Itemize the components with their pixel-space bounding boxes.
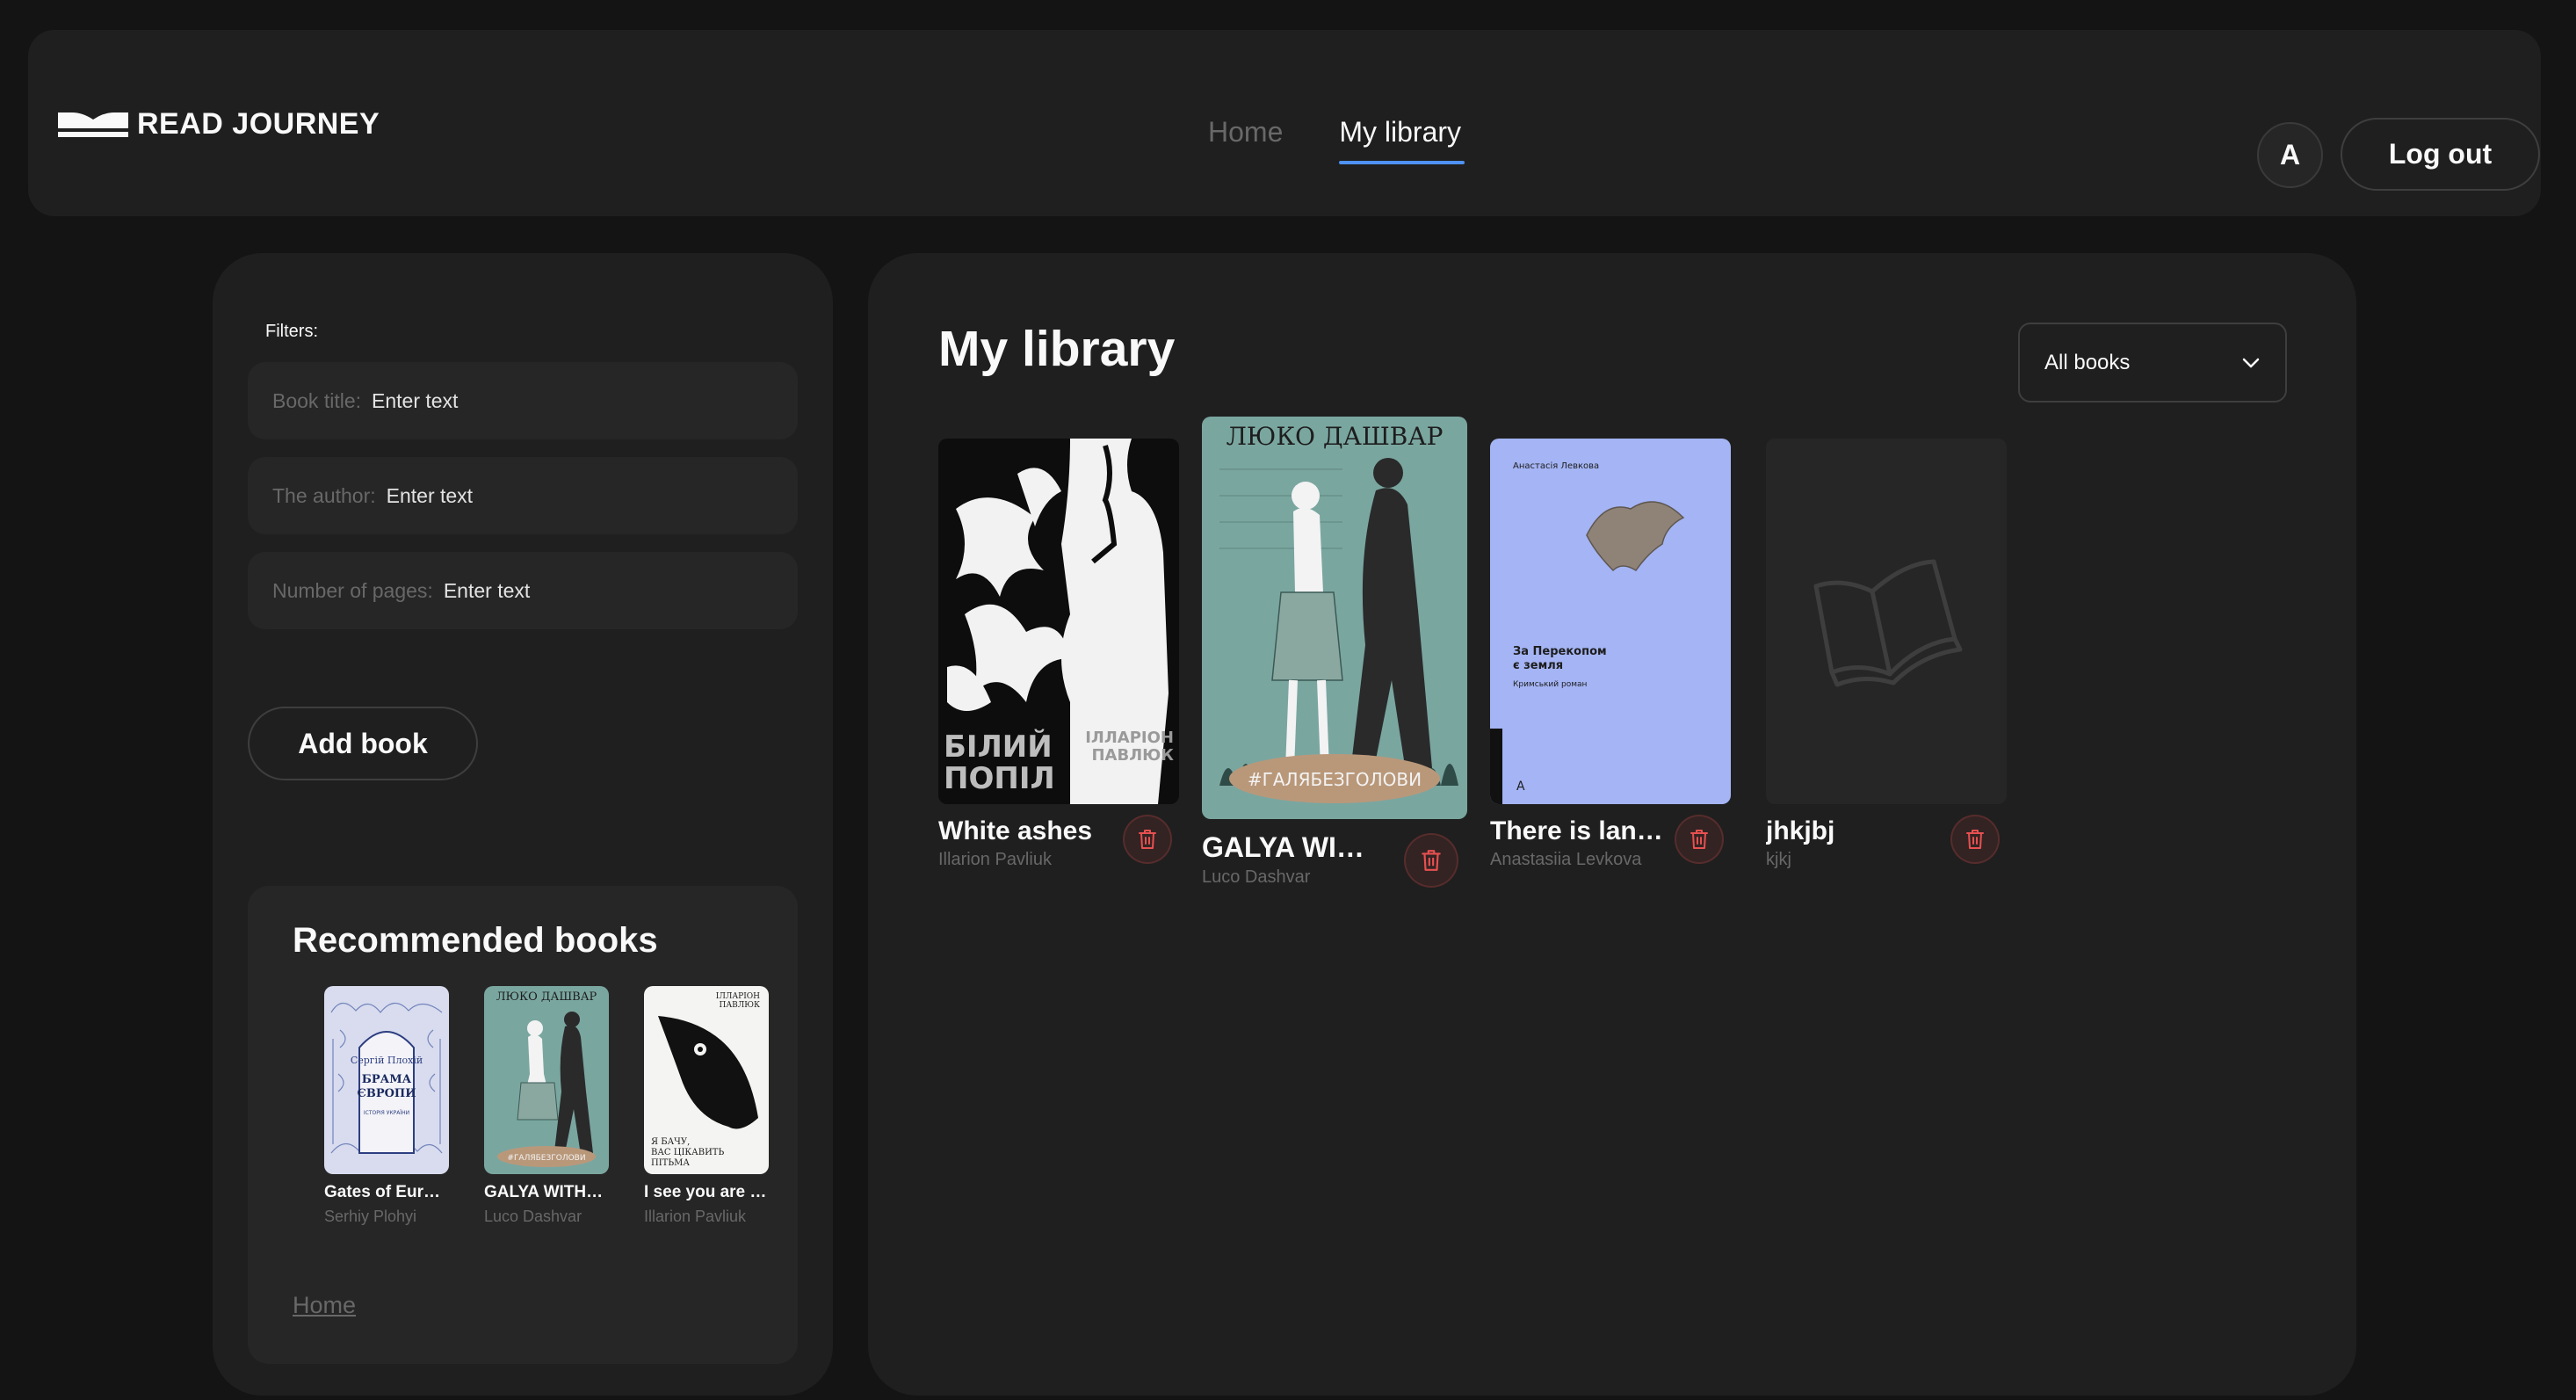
svg-text:ПІТЬМА: ПІТЬМА — [651, 1158, 690, 1168]
svg-text:ПАВЛЮК: ПАВЛЮК — [1091, 746, 1174, 765]
header: READ JOURNEY Home My library A Log out — [28, 30, 2541, 216]
book-title: jhkjbj — [1766, 816, 1835, 845]
svg-text:За Перекопом: За Перекопом — [1513, 645, 1607, 658]
svg-text:є земля: є земля — [1513, 659, 1563, 672]
recommended-books: Recommended books Сергій Плохій БРАМА ЄВ… — [248, 886, 798, 1364]
svg-text:Кримський роман: Кримський роман — [1513, 680, 1588, 689]
svg-text:ІЛЛАРІОН: ІЛЛАРІОН — [716, 992, 760, 1001]
open-book-icon — [1813, 559, 1963, 687]
user-avatar[interactable]: A — [2257, 122, 2323, 188]
recommended-book-title: GALYA WITH… — [484, 1183, 604, 1201]
svg-text:БІЛИЙ: БІЛИЙ — [944, 729, 1053, 765]
svg-text:ІЛЛАРІОН: ІЛЛАРІОН — [1085, 729, 1174, 747]
recommended-book-author: Serhiy Plohyi — [324, 1208, 417, 1225]
library-book[interactable]: ЛЮКО ДАШВАР #ГАЛЯБЕЗГОЛОВИ GALYA WIT… Lu… — [1202, 417, 1467, 888]
recommended-book-author: Illarion Pavliuk — [644, 1208, 747, 1225]
book-cover: Сергій Плохій БРАМА ЄВРОПИ ІСТОРІЯ УКРАЇ… — [324, 986, 449, 1174]
recommended-book-author: Luco Dashvar — [484, 1208, 582, 1225]
books-filter-select[interactable]: All books — [2018, 323, 2287, 403]
nav-my-library[interactable]: My library — [1339, 116, 1465, 164]
field-label: Number of pages: — [272, 578, 433, 602]
recommended-book-title: I see you are … — [644, 1183, 767, 1201]
svg-text:ЛЮКО ДАШВАР: ЛЮКО ДАШВАР — [496, 990, 597, 1004]
logo-icon — [58, 112, 128, 137]
recommended-book[interactable]: Сергій Плохій БРАМА ЄВРОПИ ІСТОРІЯ УКРАЇ… — [324, 986, 449, 1226]
recommended-book-title: Gates of Eur… — [324, 1183, 440, 1201]
book-cover-placeholder — [1766, 439, 2007, 804]
nav-home[interactable]: Home — [1208, 116, 1283, 149]
field-placeholder: Enter text — [386, 483, 474, 507]
book-info: White ashes Illarion Pavliuk — [938, 815, 1179, 870]
library-book[interactable]: БІЛИЙ ПОПІЛ ІЛЛАРІОН ПАВЛЮК White ashes … — [938, 439, 1179, 870]
field-placeholder: Enter text — [443, 578, 531, 602]
filters-label: Filters: — [265, 322, 318, 341]
delete-button[interactable] — [1675, 815, 1724, 864]
trash-icon — [1422, 850, 1441, 871]
book-info: GALYA WIT… Luco Dashvar — [1202, 831, 1467, 888]
book-title: There is lan… — [1490, 816, 1663, 845]
recommended-title: Recommended books — [293, 921, 658, 960]
pages-field[interactable]: Number of pages: Enter text — [248, 552, 798, 629]
chevron-down-icon — [2242, 358, 2260, 367]
trash-icon — [1966, 830, 1984, 849]
book-title-field[interactable]: Book title: Enter text — [248, 362, 798, 439]
sidebar: Filters: Book title: Enter text The auth… — [213, 253, 833, 1396]
delete-button[interactable] — [1404, 833, 1458, 888]
recommended-book[interactable]: ІЛЛАРІОН ПАВЛЮК Я БАЧУ, ВАС ЦІКАВИТЬ ПІТ… — [644, 986, 769, 1226]
trash-icon — [1690, 830, 1708, 849]
book-cover: БІЛИЙ ПОПІЛ ІЛЛАРІОН ПАВЛЮК — [938, 439, 1179, 804]
svg-text:A: A — [1516, 780, 1525, 794]
book-info: There is lan… Anastasiia Levkova — [1490, 815, 1731, 870]
field-label: Book title: — [272, 388, 361, 412]
library-book[interactable]: Анастасія Левкова За Перекопом є земля К… — [1490, 439, 1731, 870]
svg-text:БРАМА: БРАМА — [362, 1073, 412, 1086]
field-label: The author: — [272, 483, 376, 507]
logo[interactable]: READ JOURNEY — [56, 107, 380, 141]
book-title: White ashes — [938, 816, 1093, 845]
svg-text:ІСТОРІЯ УКРАЇНИ: ІСТОРІЯ УКРАЇНИ — [364, 1110, 409, 1116]
trash-icon — [1139, 830, 1156, 849]
svg-text:ПАВЛЮК: ПАВЛЮК — [720, 1001, 761, 1010]
svg-text:#ГАЛЯБЕЗГОЛОВИ: #ГАЛЯБЕЗГОЛОВИ — [1248, 769, 1422, 790]
library-panel: My library All books БІЛИЙ ПОПІЛ ІЛЛАРІО… — [868, 253, 2356, 1396]
svg-text:ПОПІЛ: ПОПІЛ — [944, 761, 1055, 796]
svg-text:Анастасія Левкова: Анастасія Левкова — [1513, 461, 1599, 471]
home-link[interactable]: Home — [293, 1292, 356, 1319]
logo-text: READ JOURNEY — [137, 107, 380, 141]
svg-text:ВАС ЦІКАВИТЬ: ВАС ЦІКАВИТЬ — [651, 1148, 724, 1157]
svg-text:#ГАЛЯБЕЗГОЛОВИ: #ГАЛЯБЕЗГОЛОВИ — [507, 1154, 585, 1163]
logout-button[interactable]: Log out — [2341, 118, 2540, 191]
library-book[interactable]: jhkjbj kjkj — [1766, 439, 2007, 870]
book-cover: ЛЮКО ДАШВАР #ГАЛЯБЕЗГОЛОВИ — [484, 986, 609, 1174]
page-title: My library — [938, 321, 1176, 377]
delete-button[interactable] — [1950, 815, 2000, 864]
author-field[interactable]: The author: Enter text — [248, 457, 798, 534]
svg-text:Я БАЧУ,: Я БАЧУ, — [651, 1137, 690, 1147]
book-cover: ЛЮКО ДАШВАР #ГАЛЯБЕЗГОЛОВИ — [1202, 417, 1467, 819]
svg-text:ЛЮКО ДАШВАР: ЛЮКО ДАШВАР — [1226, 422, 1444, 451]
delete-button[interactable] — [1123, 815, 1172, 864]
svg-text:ЄВРОПИ: ЄВРОПИ — [358, 1087, 416, 1100]
book-cover: Анастасія Левкова За Перекопом є земля К… — [1490, 439, 1731, 804]
svg-text:Сергій Плохій: Сергій Плохій — [351, 1055, 423, 1066]
recommended-book[interactable]: ЛЮКО ДАШВАР #ГАЛЯБЕЗГОЛОВИ GALYA WITH… L… — [484, 986, 609, 1226]
book-cover: ІЛЛАРІОН ПАВЛЮК Я БАЧУ, ВАС ЦІКАВИТЬ ПІТ… — [644, 986, 769, 1174]
add-book-button[interactable]: Add book — [248, 707, 478, 780]
book-info: jhkjbj kjkj — [1766, 815, 2007, 870]
select-value: All books — [2044, 350, 2131, 374]
field-placeholder: Enter text — [372, 388, 459, 412]
main-nav: Home My library — [1208, 116, 1465, 164]
book-title: GALYA WIT… — [1202, 831, 1378, 863]
